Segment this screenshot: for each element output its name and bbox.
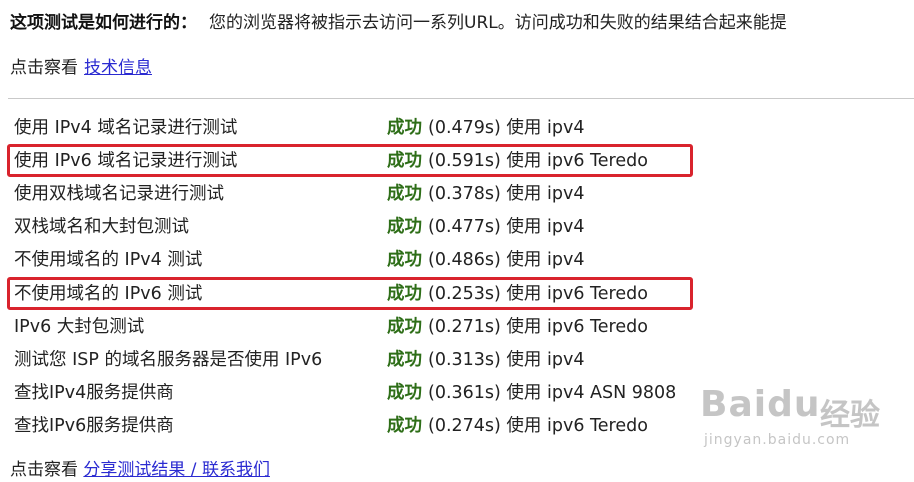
- test-result: 成功 (0.477s) 使用 ipv4: [387, 211, 584, 244]
- test-result: 成功 (0.271s) 使用 ipv6 Teredo: [387, 311, 648, 344]
- test-row: 使用 IPv6 域名记录进行测试 成功 (0.591s) 使用 ipv6 Tered…: [0, 145, 914, 178]
- test-name: 双栈域名和大封包测试: [14, 217, 189, 238]
- test-timing: (0.479s) 使用 ipv4: [428, 118, 585, 138]
- status-success: 成功: [387, 250, 422, 271]
- test-timing: (0.378s) 使用 ipv4: [428, 184, 585, 205]
- test-row: 使用 IPv4 域名记录进行测试 成功 (0.479s) 使用 ipv4: [0, 112, 914, 145]
- test-row: 测试您 ISP 的域名服务器是否使用 IPv6 成功 (0.313s) 使用 ipv…: [0, 344, 914, 377]
- test-name: IPv6 大封包测试: [14, 316, 145, 337]
- test-timing: (0.361s) 使用 ipv4 ASN 9808: [428, 382, 677, 403]
- share-results-link[interactable]: 分享测试结果 / 联系我们: [83, 460, 270, 480]
- intro-heading: 这项测试是如何进行的：: [10, 13, 197, 33]
- footer-line: 点击察看 分享测试结果 / 联系我们: [10, 458, 270, 482]
- test-name: 使用 IPv6 域名记录进行测试: [14, 151, 238, 172]
- test-name: 查找IPv4服务提供商: [14, 382, 174, 403]
- status-success: 成功: [387, 316, 422, 337]
- test-result: 成功 (0.378s) 使用 ipv4: [387, 178, 584, 211]
- test-name: 使用 IPv4 域名记录进行测试: [14, 118, 238, 138]
- test-timing: (0.313s) 使用 ipv4: [428, 349, 585, 370]
- test-row: 不使用域名的 IPv4 测试 成功 (0.486s) 使用 ipv4: [0, 244, 914, 277]
- test-name: 测试您 ISP 的域名服务器是否使用 IPv6: [14, 349, 323, 370]
- test-timing: (0.591s) 使用 ipv6 Teredo: [428, 151, 648, 172]
- technical-info-line: 点击察看 技术信息: [10, 56, 152, 80]
- test-row: 双栈域名和大封包测试 成功 (0.477s) 使用 ipv4: [0, 211, 914, 244]
- test-result: 成功 (0.486s) 使用 ipv4: [387, 244, 584, 277]
- test-timing: (0.274s) 使用 ipv6 Teredo: [428, 415, 648, 436]
- intro-line: 这项测试是如何进行的： 您的浏览器将被指示去访问一系列URL。访问成功和失败的结果…: [10, 10, 787, 36]
- test-timing: (0.477s) 使用 ipv4: [428, 217, 585, 238]
- status-success: 成功: [387, 349, 422, 370]
- test-result: 成功 (0.253s) 使用 ipv6 Teredo: [387, 278, 648, 311]
- status-success: 成功: [387, 184, 422, 205]
- status-success: 成功: [387, 151, 422, 172]
- intro-description: 您的浏览器将被指示去访问一系列URL。访问成功和失败的结果结合起来能提: [209, 13, 787, 33]
- test-timing: (0.486s) 使用 ipv4: [428, 250, 585, 271]
- test-row: 查找IPv6服务提供商 成功 (0.274s) 使用 ipv6 Teredo: [0, 410, 914, 443]
- test-result: 成功 (0.274s) 使用 ipv6 Teredo: [387, 410, 648, 443]
- test-name: 不使用域名的 IPv6 测试: [14, 283, 203, 304]
- divider: [8, 98, 914, 99]
- status-success: 成功: [387, 217, 422, 238]
- status-success: 成功: [387, 118, 422, 138]
- technical-info-prefix: 点击察看: [10, 58, 78, 78]
- footer-prefix: 点击察看: [10, 460, 78, 480]
- test-timing: (0.271s) 使用 ipv6 Teredo: [428, 316, 648, 337]
- test-row: 使用双栈域名记录进行测试 成功 (0.378s) 使用 ipv4: [0, 178, 914, 211]
- test-result: 成功 (0.361s) 使用 ipv4 ASN 9808: [387, 377, 676, 410]
- test-name: 使用双栈域名记录进行测试: [14, 184, 224, 205]
- test-row: IPv6 大封包测试 成功 (0.271s) 使用 ipv6 Teredo: [0, 311, 914, 344]
- test-result: 成功 (0.479s) 使用 ipv4: [387, 112, 584, 145]
- test-name: 查找IPv6服务提供商: [14, 415, 174, 436]
- test-name: 不使用域名的 IPv4 测试: [14, 250, 203, 271]
- status-success: 成功: [387, 382, 422, 403]
- technical-info-link[interactable]: 技术信息: [84, 58, 152, 78]
- test-timing: (0.253s) 使用 ipv6 Teredo: [428, 283, 648, 304]
- test-row: 查找IPv4服务提供商 成功 (0.361s) 使用 ipv4 ASN 9808: [0, 377, 914, 410]
- test-result: 成功 (0.313s) 使用 ipv4: [387, 344, 584, 377]
- test-result: 成功 (0.591s) 使用 ipv6 Teredo: [387, 145, 648, 178]
- test-row: 不使用域名的 IPv6 测试 成功 (0.253s) 使用 ipv6 Teredo: [0, 278, 914, 311]
- status-success: 成功: [387, 283, 422, 304]
- status-success: 成功: [387, 415, 422, 436]
